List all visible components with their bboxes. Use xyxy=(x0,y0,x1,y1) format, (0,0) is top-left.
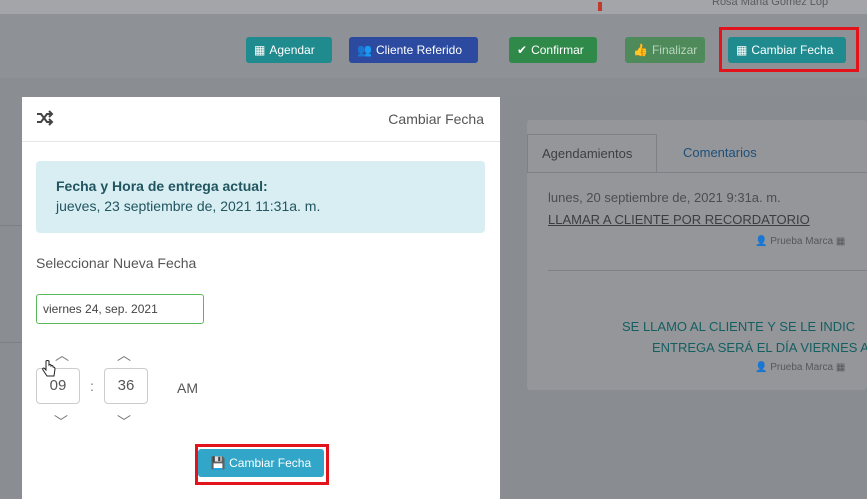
finalizar-button[interactable]: 👍 Finalizar xyxy=(625,37,705,63)
user-icon: 👤 xyxy=(755,236,771,247)
notification-dot xyxy=(598,2,602,11)
calendar-icon: ▦ xyxy=(254,43,266,57)
tab-comentarios[interactable]: Comentarios xyxy=(683,134,757,172)
entry-note-line: ENTREGA SERÁ EL DÍA VIERNES A xyxy=(652,340,867,355)
user-name[interactable]: Rosa Maria Gomez Lop xyxy=(712,0,828,8)
tab-bar: Agendamientos Comentarios xyxy=(527,134,867,173)
cliente-referido-button[interactable]: 👥 Cliente Referido xyxy=(349,37,478,63)
hand-cursor-icon xyxy=(42,360,56,377)
new-date-input[interactable]: viernes 24, sep. 2021 xyxy=(36,294,204,324)
divider xyxy=(0,225,22,226)
entry-title-link[interactable]: LLAMAR A CLIENTE POR RECORDATORIO xyxy=(548,212,810,227)
shuffle-icon xyxy=(37,110,54,126)
current-date-alert: Fecha y Hora de entrega actual: jueves, … xyxy=(36,161,485,233)
modal-header: Cambiar Fecha xyxy=(22,97,500,142)
hour-increment-chevron-up-icon[interactable]: ︿ xyxy=(55,345,69,365)
confirmar-button[interactable]: ✔ Confirmar xyxy=(509,37,597,63)
minute-decrement-chevron-down-icon[interactable]: ﹀ xyxy=(117,412,131,432)
calendar-icon: ▦ xyxy=(835,362,846,373)
alert-value: jueves, 23 septiembre de, 2021 11:31a. m… xyxy=(56,198,321,214)
hour-decrement-chevron-down-icon[interactable]: ﹀ xyxy=(54,412,68,432)
entry-date: lunes, 20 septiembre de, 2021 9:31a. m. xyxy=(548,190,781,205)
highlight-box-toolbar xyxy=(719,27,859,72)
modal-title: Cambiar Fecha xyxy=(388,111,484,127)
agendar-button[interactable]: ▦ Agendar xyxy=(246,37,332,63)
thumbs-up-icon: 👍 xyxy=(633,43,648,57)
cambiar-fecha-modal: Cambiar Fecha Fecha y Hora de entrega ac… xyxy=(22,97,500,499)
time-separator: : xyxy=(90,378,94,394)
alert-title: Fecha y Hora de entrega actual: xyxy=(56,178,268,194)
top-bar: Rosa Maria Gomez Lop xyxy=(0,0,867,14)
minute-increment-chevron-up-icon[interactable]: ︿ xyxy=(117,345,131,365)
entry-note-line: SE LLAMO AL CLIENTE Y SE LE INDIC xyxy=(622,319,856,334)
tab-agendamientos[interactable]: Agendamientos xyxy=(527,134,657,172)
user-icon: 👤 xyxy=(755,362,771,373)
highlight-box-submit xyxy=(195,444,329,485)
meridian-label[interactable]: AM xyxy=(177,380,198,396)
check-icon: ✔ xyxy=(517,43,528,57)
divider xyxy=(0,342,22,343)
minute-input[interactable]: 36 xyxy=(104,368,148,404)
entry-author: 👤 Prueba Marca ▦ xyxy=(755,236,846,247)
select-date-label: Seleccionar Nueva Fecha xyxy=(36,255,197,271)
calendar-icon: ▦ xyxy=(835,236,846,247)
divider xyxy=(548,270,867,271)
entry-author: 👤 Prueba Marca ▦ xyxy=(755,362,846,373)
users-icon: 👥 xyxy=(357,43,372,57)
